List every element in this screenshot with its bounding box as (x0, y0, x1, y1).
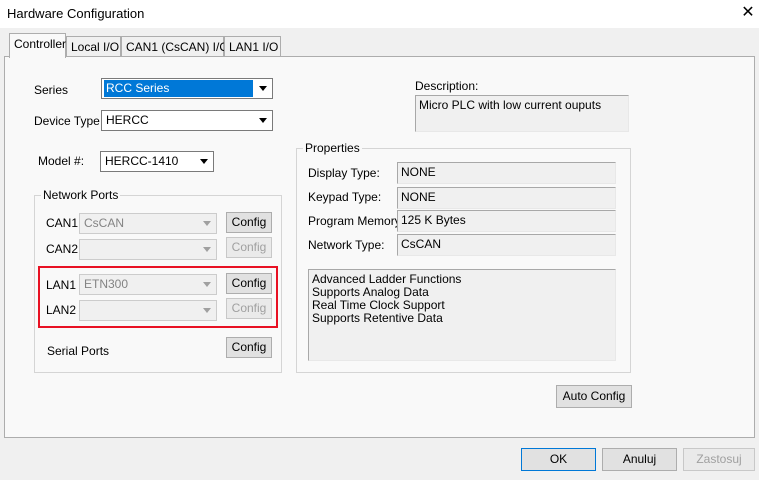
lan1-select[interactable]: ETN300 (79, 274, 217, 295)
cancel-button[interactable]: Anuluj (602, 448, 677, 471)
can1-config-button[interactable]: Config (226, 212, 272, 233)
device-type-label: Device Type (34, 114, 100, 128)
lan2-label: LAN2 (46, 303, 77, 317)
description-value: Micro PLC with low current ouputs (419, 98, 602, 112)
network-type-field: CsCAN (397, 234, 616, 256)
device-type-select[interactable]: HERCC (101, 110, 273, 131)
can2-select[interactable] (79, 239, 217, 260)
serial-ports-config-button[interactable]: Config (226, 337, 272, 358)
chevron-down-icon (199, 215, 215, 232)
tab-controller[interactable]: Controller (9, 33, 66, 58)
can2-value (82, 241, 197, 258)
description-field: Micro PLC with low current ouputs (415, 95, 629, 132)
tab-label: Local I/O (71, 40, 120, 54)
serial-ports-label: Serial Ports (47, 344, 110, 358)
keypad-type-label: Keypad Type: (308, 190, 382, 204)
can2-config-button[interactable]: Config (226, 237, 272, 258)
model-value: HERCC-1410 (105, 154, 179, 168)
lan2-config-button[interactable]: Config (226, 298, 272, 319)
feature-item: Supports Retentive Data (312, 311, 443, 325)
chevron-down-icon (199, 276, 215, 293)
program-memory-field: 125 K Bytes (397, 210, 616, 232)
program-memory-label: Program Memory: (308, 214, 405, 228)
series-select[interactable]: RCC Series (101, 78, 273, 99)
display-type-label: Display Type: (308, 166, 380, 180)
can1-value: CsCAN (84, 216, 125, 230)
title-bar: Hardware Configuration ✕ (0, 0, 759, 28)
tab-can1-io[interactable]: CAN1 (CsCAN) I/O (121, 36, 229, 56)
chevron-down-icon[interactable] (255, 112, 271, 129)
properties-label: Properties (303, 141, 362, 155)
lan1-value: ETN300 (84, 277, 129, 291)
chevron-down-icon[interactable] (255, 80, 271, 97)
model-label: Model #: (38, 154, 85, 168)
model-select[interactable]: HERCC-1410 (100, 151, 214, 172)
close-icon[interactable]: ✕ (738, 3, 758, 23)
tab-local-io[interactable]: Local I/O (66, 36, 121, 56)
lan2-select[interactable] (79, 300, 217, 321)
lan1-label: LAN1 (46, 278, 77, 292)
tab-label: CAN1 (CsCAN) I/O (126, 40, 229, 54)
ok-button[interactable]: OK (521, 448, 596, 471)
chevron-down-icon (199, 302, 215, 319)
chevron-down-icon (199, 241, 215, 258)
lan1-config-button[interactable]: Config (226, 273, 272, 294)
features-list: Advanced Ladder Functions Supports Analo… (308, 269, 616, 361)
window-title: Hardware Configuration (7, 6, 145, 21)
tab-label: Controller (14, 37, 67, 51)
network-type-label: Network Type: (308, 238, 385, 252)
description-label: Description: (415, 79, 479, 93)
device-type-value: HERCC (106, 113, 149, 127)
keypad-type-field: NONE (397, 187, 616, 209)
display-type-field: NONE (397, 162, 616, 184)
network-ports-label: Network Ports (41, 188, 121, 202)
apply-button[interactable]: Zastosuj (683, 448, 755, 471)
tab-label: LAN1 I/O (229, 40, 279, 54)
can1-label: CAN1 (46, 216, 79, 230)
tab-lan1-io[interactable]: LAN1 I/O (224, 36, 281, 56)
lan2-value (82, 302, 197, 319)
auto-config-button[interactable]: Auto Config (556, 385, 632, 408)
series-label: Series (34, 83, 69, 97)
chevron-down-icon[interactable] (196, 153, 212, 170)
can2-label: CAN2 (46, 242, 79, 256)
series-value: RCC Series (104, 80, 253, 97)
can1-select[interactable]: CsCAN (79, 213, 217, 234)
